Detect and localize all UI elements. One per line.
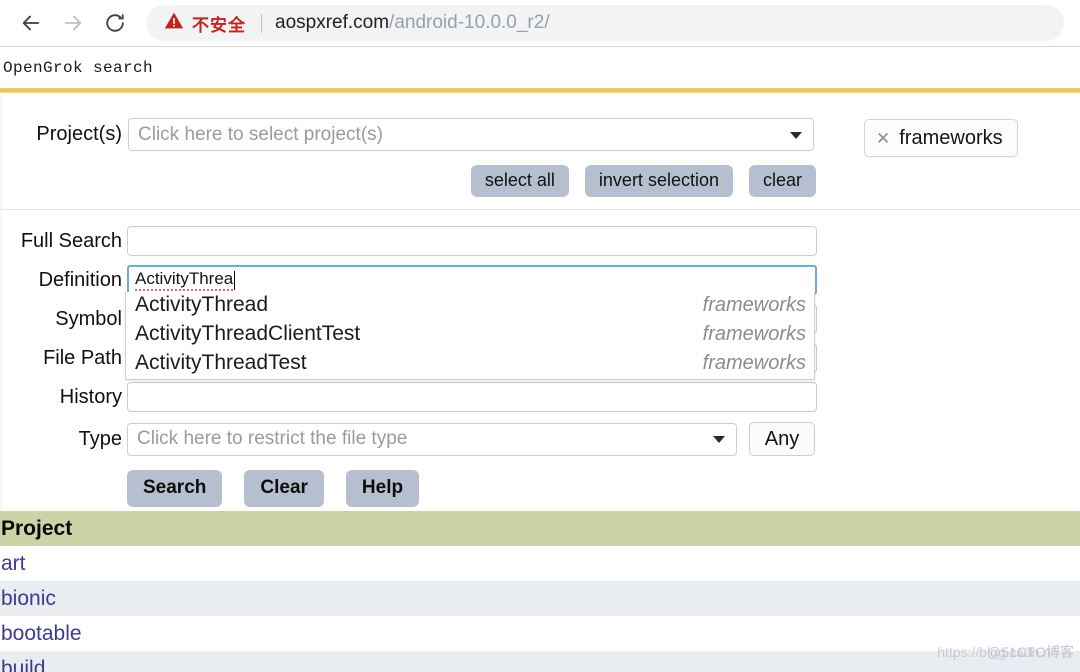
autocomplete-item-name: ActivityThreadTest	[135, 351, 307, 375]
type-row: Type Click here to restrict the file typ…	[0, 422, 820, 456]
autocomplete-item-project: frameworks	[703, 294, 806, 317]
reload-button[interactable]	[98, 6, 132, 40]
page-title: OpenGrok search	[0, 59, 153, 77]
back-button[interactable]	[14, 6, 48, 40]
definition-row: Definition ActivityThrea	[0, 265, 820, 295]
close-icon[interactable]: ✕	[876, 130, 890, 147]
opengrok-masthead: OpenGrok search	[0, 47, 1080, 88]
symbol-label: Symbol	[0, 308, 127, 331]
autocomplete-item[interactable]: ActivityThread frameworks	[126, 292, 814, 321]
project-list-table: Project art bionic bootable build	[0, 511, 1080, 672]
forward-arrow-icon	[62, 12, 84, 34]
chevron-down-icon	[790, 132, 802, 139]
type-label: Type	[0, 428, 127, 451]
selected-project-chip[interactable]: ✕ frameworks	[864, 119, 1018, 157]
history-row: History	[0, 382, 820, 412]
any-type-button[interactable]: Any	[749, 422, 815, 456]
clear-button[interactable]: Clear	[244, 470, 324, 507]
url-path: /android-10.0.0_r2/	[389, 12, 550, 34]
definition-input-value: ActivityThrea	[135, 270, 233, 291]
definition-label: Definition	[0, 269, 127, 292]
back-arrow-icon	[20, 12, 42, 34]
definition-input-box[interactable]: ActivityThrea	[127, 265, 817, 295]
section-divider	[0, 209, 1080, 210]
project-column-header: Project	[0, 517, 72, 541]
table-row[interactable]: art	[0, 546, 1080, 581]
autocomplete-item-name: ActivityThread	[135, 293, 268, 317]
type-select-placeholder: Click here to restrict the file type	[128, 428, 407, 450]
table-row[interactable]: bootable	[0, 616, 1080, 651]
history-label: History	[0, 386, 127, 409]
type-select[interactable]: Click here to restrict the file type	[127, 423, 737, 456]
clear-selection-button[interactable]: clear	[749, 165, 816, 197]
forward-button[interactable]	[56, 6, 90, 40]
project-select-placeholder: Click here to select project(s)	[129, 124, 383, 146]
project-link[interactable]: bootable	[0, 622, 82, 646]
history-input[interactable]	[127, 382, 817, 412]
project-table-header: Project	[0, 511, 1080, 546]
url-host: aospxref.com	[275, 12, 389, 34]
project-select-row: Project(s) Click here to select project(…	[0, 118, 820, 151]
omnibox-divider	[261, 14, 262, 33]
reload-icon	[104, 12, 126, 34]
definition-input[interactable]: ActivityThrea	[127, 265, 817, 295]
file-path-label: File Path	[0, 347, 127, 370]
autocomplete-item-name: ActivityThreadClientTest	[135, 322, 360, 346]
text-caret	[234, 271, 235, 290]
security-status-label: 不安全	[192, 11, 246, 36]
browser-toolbar: 不安全 aospxref.com/android-10.0.0_r2/	[0, 0, 1080, 47]
table-row[interactable]: bionic	[0, 581, 1080, 616]
warning-triangle-icon	[164, 11, 184, 35]
invert-selection-button[interactable]: invert selection	[585, 165, 733, 197]
full-search-input[interactable]	[127, 226, 817, 256]
address-bar[interactable]: 不安全 aospxref.com/android-10.0.0_r2/	[146, 5, 1064, 41]
autocomplete-item[interactable]: ActivityThreadClientTest frameworks	[126, 321, 814, 350]
help-button[interactable]: Help	[346, 470, 419, 507]
autocomplete-dropdown[interactable]: ActivityThread frameworks ActivityThread…	[125, 292, 815, 380]
full-search-label: Full Search	[0, 230, 127, 253]
autocomplete-item-project: frameworks	[703, 352, 806, 375]
select-all-button[interactable]: select all	[471, 165, 569, 197]
project-select[interactable]: Click here to select project(s)	[128, 118, 814, 151]
project-label: Project(s)	[0, 123, 128, 146]
form-action-row: Search Clear Help	[127, 470, 419, 507]
autocomplete-item[interactable]: ActivityThreadTest frameworks	[126, 350, 814, 379]
search-button[interactable]: Search	[127, 470, 222, 507]
selected-project-label: frameworks	[899, 127, 1002, 150]
chevron-down-icon	[713, 436, 725, 443]
project-link[interactable]: build	[0, 657, 45, 672]
project-link[interactable]: art	[0, 552, 26, 576]
full-search-row: Full Search	[0, 226, 820, 256]
autocomplete-item-project: frameworks	[703, 323, 806, 346]
project-link[interactable]: bionic	[0, 587, 56, 611]
table-row[interactable]: build	[0, 651, 1080, 672]
selection-button-row: select all invert selection clear	[0, 165, 816, 197]
